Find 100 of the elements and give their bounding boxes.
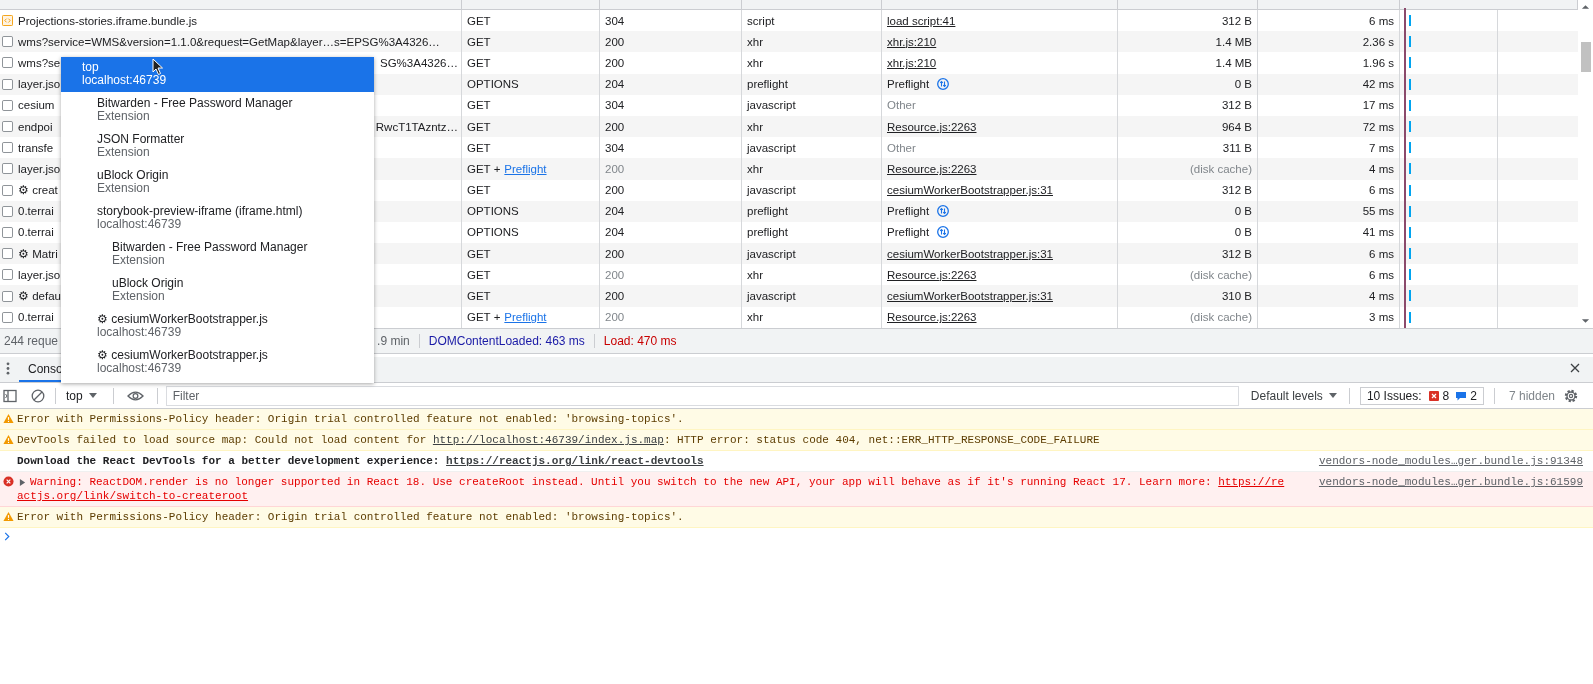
request-name[interactable]: transfe [18, 141, 54, 154]
size-text: 312 B [1221, 184, 1252, 197]
warning-icon [3, 413, 14, 424]
preflight-icon[interactable] [937, 226, 950, 239]
type-text: javascript [747, 247, 796, 260]
context-menu-item[interactable]: Bitwarden - Free Password Manager Extension [61, 237, 374, 272]
preflight-link[interactable]: Preflight [504, 162, 547, 175]
type-text: xhr [747, 268, 763, 281]
preflight-icon[interactable] [937, 205, 950, 218]
scroll-up-icon[interactable] [1581, 4, 1590, 10]
time-text: 42 ms [1362, 78, 1394, 91]
context-menu-item[interactable]: Bitwarden - Free Password Manager Extension [61, 93, 374, 128]
caret-icon [88, 393, 97, 398]
clear-console-icon[interactable] [31, 388, 45, 403]
type-text: preflight [747, 226, 788, 239]
request-name[interactable]: layer.jso [18, 78, 61, 91]
request-name[interactable]: wms?se [18, 56, 61, 69]
status-text: 204 [605, 78, 625, 91]
message-link[interactable]: actjs.org/link/switch-to-createroot [17, 489, 249, 503]
method-text: OPTIONS [467, 78, 519, 91]
request-name[interactable]: wms?service=WMS&version=1.1.0&request=GetMap&layer…s=EPSG%3A4326… [18, 35, 440, 48]
expand-triangle-icon[interactable] [19, 478, 26, 486]
time-text: 6 ms [1369, 184, 1394, 197]
initiator-link[interactable]: Resource.js:2263 [887, 268, 977, 281]
scroll-down-icon[interactable] [1581, 318, 1590, 324]
request-name[interactable]: Projections-stories.iframe.bundle.js [18, 14, 197, 27]
initiator-link[interactable]: cesiumWorkerBootstrapper.js:31 [887, 247, 1053, 260]
request-name[interactable]: ⚙ defau [18, 289, 61, 304]
status-text: 200 [605, 184, 625, 197]
filter-field[interactable]: Filter [165, 385, 1239, 406]
message-link[interactable]: https://re [1218, 475, 1285, 489]
status-text: 200 [605, 247, 625, 260]
method-text: GET [467, 35, 491, 48]
eye-icon[interactable] [126, 389, 144, 402]
initiator-link[interactable]: Resource.js:2263 [887, 311, 977, 324]
preflight-icon[interactable] [937, 78, 950, 91]
message-text: : HTTP error: status code 404, net::ERR_HTTP_RESPONSE_CODE_FAILURE [663, 433, 1100, 447]
error-count: 8 [1442, 388, 1450, 403]
context-menu-item[interactable]: JSON Formatter Extension [61, 129, 374, 164]
initiator-link[interactable]: Resource.js:2263 [887, 162, 977, 175]
time-text: 6 ms [1369, 268, 1394, 281]
scrollbar-thumb[interactable] [1580, 42, 1591, 72]
context-name: top [82, 61, 99, 74]
more-menu-icon[interactable] [6, 362, 10, 375]
request-name[interactable]: 0.terrai [18, 226, 54, 239]
context-name: Bitwarden - Free Password Manager [112, 241, 308, 254]
initiator-link[interactable]: cesiumWorkerBootstrapper.js:31 [887, 290, 1053, 303]
context-origin: localhost:46739 [97, 326, 182, 339]
close-icon[interactable] [1570, 363, 1580, 373]
prompt-chevron-icon [4, 532, 10, 541]
issues-button[interactable]: 10 Issues: 8 2 [1359, 386, 1484, 405]
request-name-end: SG%3A4326… [380, 56, 458, 69]
log-levels-dropdown[interactable]: Default levels [1242, 386, 1345, 405]
time-text: 72 ms [1362, 120, 1394, 133]
initiator-link[interactable]: xhr.js:210 [887, 56, 937, 69]
request-name[interactable]: ⚙ creat [18, 183, 58, 198]
context-menu-item[interactable]: top localhost:46739 [61, 57, 374, 92]
request-name-end: RwcT1TAzntz… [375, 120, 458, 133]
initiator-link[interactable]: Resource.js:2263 [887, 120, 977, 133]
initiator-link[interactable]: xhr.js:210 [887, 35, 937, 48]
context-menu-item[interactable]: uBlock Origin Extension [61, 165, 374, 200]
request-name[interactable]: layer.jso [18, 268, 61, 281]
status-text: 204 [605, 205, 625, 218]
settings-icon[interactable] [1563, 387, 1579, 404]
type-text: preflight [747, 205, 788, 218]
time-text: 2.36 s [1362, 35, 1394, 48]
initiator-link[interactable]: load script:41 [887, 14, 956, 27]
source-link[interactable]: vendors-node_modules…ger.bundle.js:61599 [1291, 475, 1593, 489]
request-name[interactable]: 0.terrai [18, 205, 54, 218]
context-origin: localhost:46739 [97, 362, 182, 375]
preflight-link[interactable]: Preflight [504, 311, 547, 324]
initiator-link[interactable]: cesiumWorkerBootstrapper.js:31 [887, 184, 1053, 197]
context-menu-item[interactable]: uBlock Origin Extension [61, 273, 374, 308]
error-issue-icon [1428, 390, 1439, 401]
context-menu-item[interactable]: storybook-preview-iframe (iframe.html) localhost:46739 [61, 201, 374, 236]
message-text: Error with Permissions-Policy header: Origin trial controlled feature not enabled: 'browsing-topics'. [17, 412, 684, 426]
source-link[interactable]: vendors-node_modules…ger.bundle.js:91348 [1291, 454, 1593, 468]
message-link[interactable]: https://reactjs.org/link/react-devtools [446, 454, 704, 468]
initiator-text: Preflight [887, 226, 930, 239]
status-text: 304 [605, 14, 625, 27]
request-name[interactable]: 0.terrai [18, 311, 54, 324]
warning-icon [3, 511, 14, 522]
request-name[interactable]: cesium [18, 99, 55, 112]
error-icon [3, 476, 14, 487]
status-text: 304 [605, 99, 625, 112]
size-text: (disk cache) [1190, 268, 1252, 281]
message-link[interactable]: http://localhost:46739/index.js.map [432, 433, 664, 447]
context-dropdown[interactable]: top [60, 386, 109, 405]
size-text: 0 B [1234, 205, 1252, 218]
sidebar-toggle-icon[interactable] [3, 388, 17, 403]
size-text: 0 B [1234, 78, 1252, 91]
context-name: uBlock Origin [112, 277, 184, 290]
request-name[interactable]: endpoi [18, 120, 53, 133]
time-text: 17 ms [1362, 99, 1394, 112]
request-name[interactable]: ⚙ Matri [18, 246, 58, 261]
message-text: Download the React DevTools for a better development experience: [17, 454, 441, 468]
request-name[interactable]: layer.jso [18, 162, 61, 175]
context-origin: localhost:46739 [82, 74, 167, 87]
status-text: 200 [605, 35, 625, 48]
context-name: Bitwarden - Free Password Manager [97, 97, 293, 110]
